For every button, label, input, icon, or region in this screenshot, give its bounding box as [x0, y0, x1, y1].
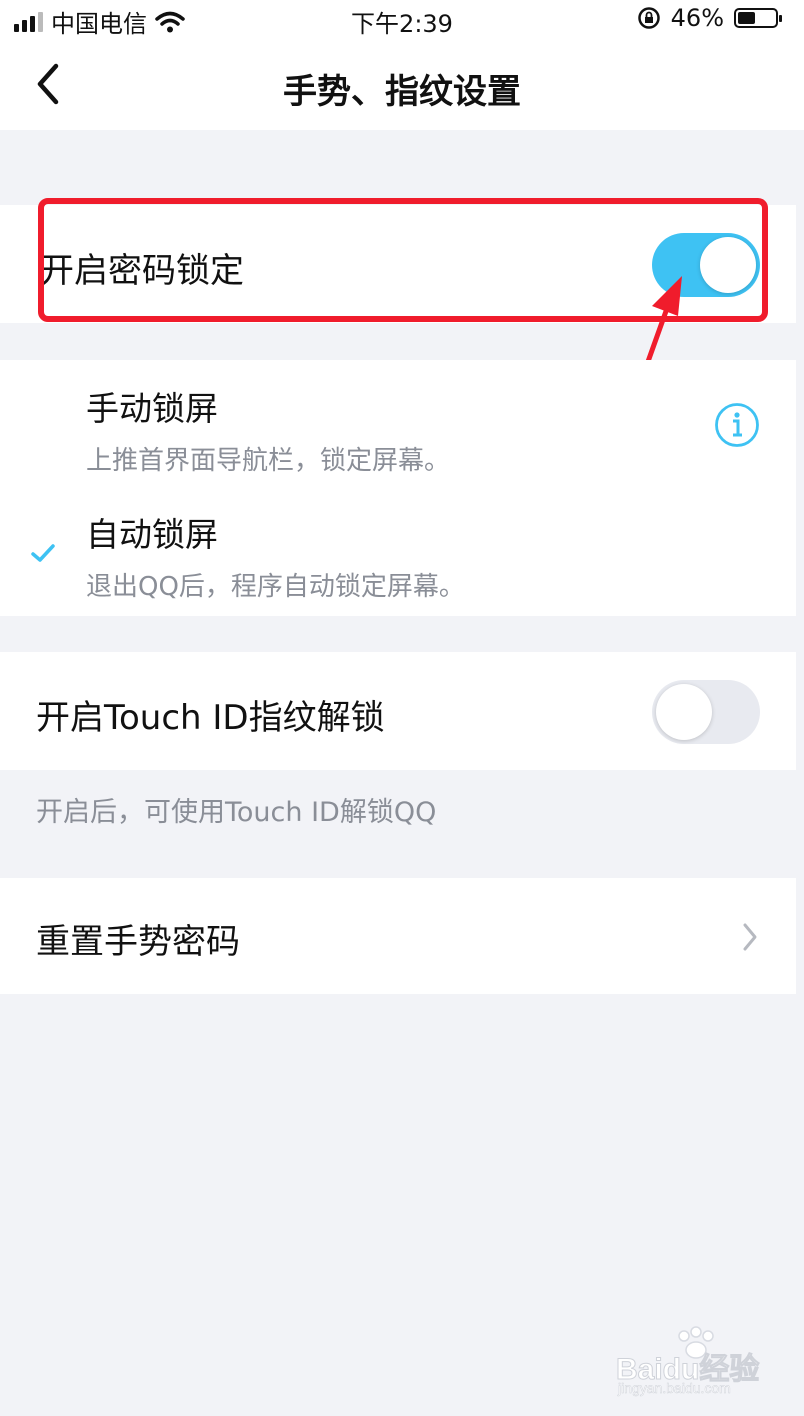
chevron-right-icon [743, 923, 757, 951]
status-right: 46% [637, 4, 782, 32]
toggle-knob [700, 237, 756, 293]
battery-cap [779, 15, 782, 22]
manual-lock-subtitle: 上推首界面导航栏，锁定屏幕。 [86, 446, 451, 476]
password-lock-row: 开启密码锁定 [0, 205, 796, 323]
touch-id-label: 开启Touch ID指纹解锁 [36, 698, 385, 738]
battery-percent: 46% [670, 4, 724, 32]
auto-lock-subtitle: 退出QQ后，程序自动锁定屏幕。 [86, 572, 465, 602]
battery-icon [734, 8, 782, 28]
touch-id-row: 开启Touch ID指纹解锁 [0, 652, 796, 770]
page-title: 手势、指纹设置 [283, 72, 521, 112]
manual-lock-title[interactable]: 手动锁屏 [86, 382, 218, 430]
password-lock-toggle[interactable] [652, 233, 760, 297]
baidu-watermark: Baidu经验 jingyan.baidu.com [612, 1326, 782, 1400]
touch-id-hint: 开启后，可使用Touch ID解锁QQ [36, 797, 437, 828]
rotation-lock-icon [637, 7, 660, 29]
battery-fill [738, 12, 755, 24]
auto-lock-title[interactable]: 自动锁屏 [86, 508, 218, 556]
reset-gesture-row[interactable]: 重置手势密码 [0, 878, 796, 994]
toggle-knob [656, 684, 712, 740]
password-lock-label: 开启密码锁定 [40, 251, 244, 291]
lock-mode-card: 手动锁屏 上推首界面导航栏，锁定屏幕。 自动锁屏 退出QQ后，程序自动锁定屏幕。 [0, 360, 796, 616]
watermark-url: jingyan.baidu.com [618, 1380, 731, 1397]
nav-bar: 手势、指纹设置 [0, 38, 804, 130]
checkmark-icon [31, 544, 55, 562]
info-icon[interactable] [714, 402, 760, 448]
touch-id-toggle[interactable] [652, 680, 760, 744]
status-bar: 中国电信 下午2:39 46% [0, 0, 804, 38]
reset-gesture-label: 重置手势密码 [36, 922, 240, 962]
